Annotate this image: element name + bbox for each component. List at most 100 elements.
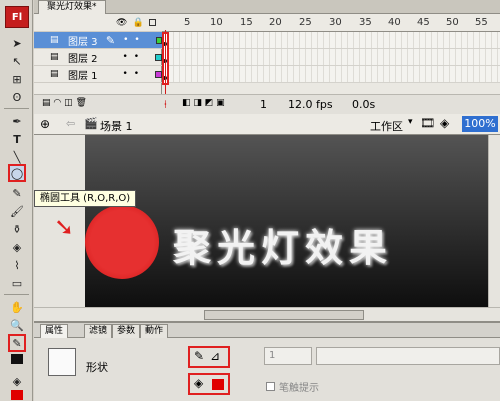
stroke-color-swatch[interactable] <box>11 354 23 364</box>
checkbox[interactable] <box>266 382 275 391</box>
playhead-highlight[interactable] <box>162 32 169 85</box>
document-tab[interactable]: 聚光灯效果* <box>38 0 106 14</box>
frame-number: 10 <box>210 17 223 28</box>
toolbox-divider <box>4 108 29 109</box>
stroke-color-highlight: ✎ ⊿ <box>188 346 230 368</box>
red-arrow-icon: ➘ <box>54 213 75 241</box>
red-circle-shape[interactable] <box>85 205 159 279</box>
subselection-tool-icon[interactable]: ↖ <box>8 52 26 70</box>
paint-bucket-tool-icon[interactable]: ◈ <box>8 238 26 256</box>
stroke-style-select[interactable] <box>316 347 500 365</box>
frame-number: 50 <box>446 17 459 28</box>
frame-number: 45 <box>417 17 430 28</box>
tab-filters[interactable]: 滤镜 <box>84 324 113 338</box>
selection-tool-icon[interactable]: ➤ <box>8 34 26 52</box>
scrollbar-thumb[interactable] <box>204 310 364 320</box>
pencil-tool-icon[interactable]: ✎ <box>8 184 26 202</box>
stroke-hint-checkbox[interactable]: 笔触提示 <box>266 379 319 394</box>
frame-number: 20 <box>269 17 282 28</box>
fill-color-highlight: ◈ <box>188 373 230 395</box>
fill-bucket-icon[interactable]: ◈ <box>194 376 203 390</box>
zoom-field[interactable]: 100% <box>462 116 498 132</box>
stroke-hint-label: 笔触提示 <box>279 383 319 394</box>
layer-row-3[interactable]: ▤ 图层 3 ✎ •• <box>34 32 163 49</box>
workspace-menu[interactable]: 工作区 <box>370 118 403 134</box>
edit-symbols-icon[interactable]: ◈ <box>440 116 449 130</box>
edit-bar: ⊕ ⇦ 🎬 场景 1 工作区 ▾ 🎞 ◈ 100% <box>34 114 500 135</box>
frame-row-2[interactable] <box>162 49 500 66</box>
stage-area: 聚光灯效果 ➘ <box>34 135 500 321</box>
pen-tool-icon[interactable]: ✒ <box>8 112 26 130</box>
layer-header: 👁 🔒 <box>34 14 162 32</box>
stroke-color-picker[interactable]: ⊿ <box>210 349 220 363</box>
onion-skin-icons[interactable]: ◧ ◨ ◩ ▣ <box>182 98 225 108</box>
eyedropper-tool-icon[interactable]: ⌇ <box>8 256 26 274</box>
scene-icon: 🎬 <box>84 117 98 130</box>
fill-color-swatch[interactable] <box>212 379 224 390</box>
horizontal-scrollbar[interactable] <box>34 307 500 321</box>
lasso-tool-icon[interactable]: ʘ <box>8 88 26 106</box>
layer-row-1[interactable]: ▤ 图层 1 •• <box>34 66 162 83</box>
eye-icon[interactable]: 👁 <box>116 18 127 28</box>
timeline-panel: 👁 🔒 ▤ 图层 3 ✎ •• ▤ 图层 2 •• ▤ 图层 1 •• 5 10 <box>34 14 500 114</box>
stroke-color-tool-icon[interactable]: ✎ <box>8 334 26 352</box>
brush-tool-icon[interactable]: 🖌 <box>8 202 26 220</box>
zoom-tool-icon[interactable]: 🔍 <box>8 316 26 334</box>
current-frame: 1 <box>260 98 267 111</box>
frame-number: 55 <box>475 17 488 28</box>
fill-color-swatch[interactable] <box>11 390 23 400</box>
layer-name: 图层 2 <box>68 53 98 65</box>
tooltip: 椭圆工具 (R,O,R,O) <box>34 190 137 207</box>
tab-parameters[interactable]: 参数 <box>112 324 141 338</box>
free-transform-tool-icon[interactable]: ⊞ <box>8 70 26 88</box>
oval-tool-icon[interactable]: ◯ <box>8 164 26 182</box>
layer-name: 图层 1 <box>68 70 98 82</box>
document-tab-bar: 聚光灯效果* <box>34 0 500 14</box>
layer-icon: ▤ <box>50 52 59 62</box>
stroke-width-field[interactable]: 1 <box>264 347 312 365</box>
stage-canvas[interactable]: 聚光灯效果 <box>85 135 500 307</box>
ink-bottle-tool-icon[interactable]: ⚱ <box>8 220 26 238</box>
stroke-pencil-icon[interactable]: ✎ <box>194 349 204 363</box>
vertical-scrollbar[interactable] <box>488 135 500 307</box>
playhead-marker-icon: ⍿ <box>164 98 167 111</box>
layer-name: 图层 3 <box>68 36 98 48</box>
add-layer-icon[interactable]: ▤ ◠ ◫ 🗑 <box>42 98 87 108</box>
stage-title-text[interactable]: 聚光灯效果 <box>173 217 393 272</box>
frame-row-3[interactable] <box>162 32 500 49</box>
chevron-down-icon[interactable]: ▾ <box>408 117 413 127</box>
frame-number: 25 <box>299 17 312 28</box>
tab-properties[interactable]: 属性 <box>40 324 69 338</box>
frame-row-1[interactable] <box>162 66 500 83</box>
eraser-tool-icon[interactable]: ▭ <box>8 274 26 292</box>
toolbox: Fl ➤ ↖ ⊞ ʘ ✒ T ╲ ◯ ✎ 🖌 ⚱ ◈ ⌇ ▭ ✋ 🔍 ✎ ◈ <box>0 0 33 401</box>
frame-rate: 12.0 fps <box>288 98 333 111</box>
frame-number: 30 <box>329 17 342 28</box>
fill-color-tool-icon[interactable]: ◈ <box>8 372 26 390</box>
text-tool-icon[interactable]: T <box>8 130 26 148</box>
back-arrow-icon[interactable]: ⇦ <box>66 117 75 130</box>
lock-icon[interactable]: 🔒 <box>132 18 143 28</box>
frame-number: 5 <box>184 17 191 28</box>
pencil-icon: ✎ <box>105 33 116 47</box>
scene-name[interactable]: 场景 1 <box>100 118 133 134</box>
shape-label: 形状 <box>86 361 108 374</box>
tab-actions[interactable]: 動作 <box>140 324 169 338</box>
properties-panel: 属性 滤镜 参数 動作 形状 ✎ ⊿ ◈ 1 笔触提示 <box>34 321 500 401</box>
layer-toggles[interactable]: •• <box>122 52 153 62</box>
timeline-status-bar: ▤ ◠ ◫ 🗑 ⍿ ◧ ◨ ◩ ▣ 1 12.0 fps 0.0s <box>34 94 500 114</box>
frame-ruler[interactable]: 5 10 15 20 25 30 35 40 45 50 55 <box>162 14 500 32</box>
layer-row-2[interactable]: ▤ 图层 2 •• <box>34 49 162 66</box>
properties-tabs: 属性 滤镜 参数 動作 <box>34 323 500 338</box>
hand-tool-icon[interactable]: ✋ <box>8 298 26 316</box>
timeline-toggle-icon[interactable]: ⊕ <box>40 117 50 131</box>
elapsed-time: 0.0s <box>352 98 376 111</box>
edit-scene-icon[interactable]: 🎞 <box>420 116 435 130</box>
layer-icon: ▤ <box>50 35 59 45</box>
outline-icon[interactable] <box>148 19 156 26</box>
frame-number: 15 <box>240 17 253 28</box>
frame-number: 40 <box>388 17 401 28</box>
layer-toggles[interactable]: •• <box>122 69 153 79</box>
flash-logo: Fl <box>5 6 29 28</box>
layer-toggles[interactable]: •• <box>123 35 153 45</box>
